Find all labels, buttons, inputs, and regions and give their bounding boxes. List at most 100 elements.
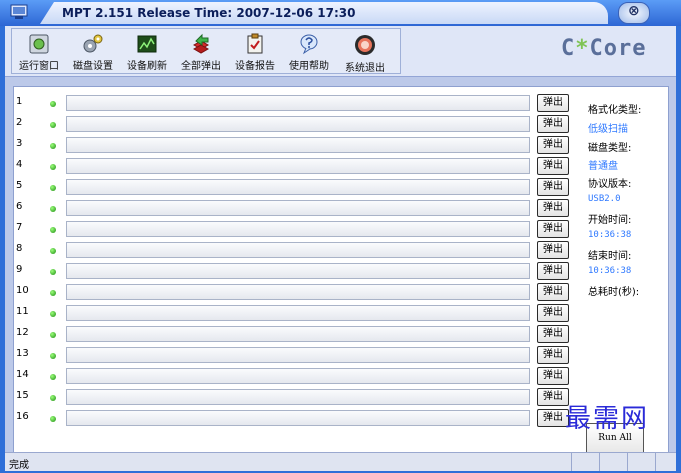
status-led-icon <box>50 395 56 401</box>
start-time-label: 开始时间: <box>588 215 632 226</box>
eject-button[interactable]: 弹出 <box>537 325 569 343</box>
eject-button[interactable]: 弹出 <box>537 94 569 112</box>
port-number: 16 <box>16 411 29 422</box>
app-icon[interactable] <box>10 4 28 20</box>
port-number: 14 <box>16 369 29 380</box>
port-number: 8 <box>16 243 23 254</box>
port-number: 2 <box>16 117 23 128</box>
progress-bar <box>66 368 530 384</box>
eject-all-button[interactable]: 全部弹出 <box>174 31 228 72</box>
status-led-icon <box>50 290 56 296</box>
toolbar: 运行窗口 磁盘设置 设备刷新 全部弹出 设备报告 使用帮助 系统退出 C*Cor… <box>5 26 676 77</box>
refresh-icon <box>137 35 157 53</box>
port-number: 10 <box>16 285 29 296</box>
port-number: 5 <box>16 180 23 191</box>
port-row: 3 弹出 <box>14 134 668 154</box>
port-number: 13 <box>16 348 29 359</box>
port-row: 1 弹出 <box>14 92 668 112</box>
status-led-icon <box>50 227 56 233</box>
protocol-value: USB2.0 <box>588 194 621 204</box>
disk-settings-button[interactable]: 磁盘设置 <box>66 31 120 72</box>
progress-bar <box>66 242 530 258</box>
status-led-icon <box>50 206 56 212</box>
eject-button[interactable]: 弹出 <box>537 346 569 364</box>
eject-button[interactable]: 弹出 <box>537 220 569 238</box>
progress-bar <box>66 326 530 342</box>
port-row: 10 弹出 <box>14 281 668 301</box>
status-led-icon <box>50 185 56 191</box>
port-row: 2 弹出 <box>14 113 668 133</box>
gears-icon <box>83 34 103 53</box>
run-window-button[interactable]: 运行窗口 <box>12 31 66 72</box>
disk-type-value: 普通盘 <box>588 161 618 172</box>
progress-bar <box>66 410 530 426</box>
refresh-button[interactable]: 设备刷新 <box>120 31 174 72</box>
eject-button[interactable]: 弹出 <box>537 157 569 175</box>
progress-bar <box>66 158 530 174</box>
eject-button[interactable]: 弹出 <box>537 136 569 154</box>
port-number: 1 <box>16 96 23 107</box>
eject-button[interactable]: 弹出 <box>537 178 569 196</box>
progress-bar <box>66 179 530 195</box>
eject-button[interactable]: 弹出 <box>537 304 569 322</box>
status-led-icon <box>50 269 56 275</box>
help-button[interactable]: 使用帮助 <box>282 31 336 72</box>
port-row: 5 弹出 <box>14 176 668 196</box>
port-row: 8 弹出 <box>14 239 668 259</box>
watermark: 最需网 <box>565 404 650 434</box>
eject-button[interactable]: 弹出 <box>537 115 569 133</box>
help-label: 使用帮助 <box>289 61 329 72</box>
brand-logo: C*Core <box>561 36 646 61</box>
port-number: 6 <box>16 201 23 212</box>
brand-suffix: Core <box>589 36 647 61</box>
protocol-label: 协议版本: <box>588 179 632 190</box>
port-number: 11 <box>16 306 29 317</box>
status-cell <box>655 453 676 471</box>
status-led-icon <box>50 164 56 170</box>
eject-button[interactable]: 弹出 <box>537 199 569 217</box>
run-window-label: 运行窗口 <box>19 61 59 72</box>
progress-bar <box>66 137 530 153</box>
status-led-icon <box>50 143 56 149</box>
refresh-label: 设备刷新 <box>127 61 167 72</box>
disk-settings-label: 磁盘设置 <box>73 61 113 72</box>
eject-button[interactable]: 弹出 <box>537 241 569 259</box>
status-led-icon <box>50 122 56 128</box>
toolbar-group: 运行窗口 磁盘设置 设备刷新 全部弹出 设备报告 使用帮助 系统退出 <box>11 28 401 74</box>
progress-bar <box>66 347 530 363</box>
eject-all-label: 全部弹出 <box>181 61 221 72</box>
eject-all-icon <box>192 33 210 54</box>
port-row: 12 弹出 <box>14 323 668 343</box>
port-number: 4 <box>16 159 23 170</box>
end-time-value: 10:36:38 <box>588 266 632 276</box>
status-text: 完成 <box>9 460 29 471</box>
elapsed-label: 总耗时(秒): <box>588 287 640 298</box>
report-icon <box>247 33 263 54</box>
window-title: MPT 2.151 Release Time: 2007-12-06 17:30 <box>62 6 356 20</box>
progress-bar <box>66 221 530 237</box>
title-bar[interactable]: MPT 2.151 Release Time: 2007-12-06 17:30… <box>0 0 681 26</box>
exit-button[interactable]: 系统退出 <box>338 31 392 74</box>
port-row: 4 弹出 <box>14 155 668 175</box>
port-row: 6 弹出 <box>14 197 668 217</box>
eject-button[interactable]: 弹出 <box>537 262 569 280</box>
exit-label: 系统退出 <box>345 63 385 74</box>
port-row: 7 弹出 <box>14 218 668 238</box>
close-button[interactable]: ⊗ <box>618 2 650 24</box>
format-type-value: 低级扫描 <box>588 124 628 135</box>
help-icon <box>300 34 318 55</box>
port-row: 13 弹出 <box>14 344 668 364</box>
disk-type-label: 磁盘类型: <box>588 143 632 154</box>
port-number: 15 <box>16 390 29 401</box>
port-number: 9 <box>16 264 23 275</box>
eject-button[interactable]: 弹出 <box>537 283 569 301</box>
status-led-icon <box>50 311 56 317</box>
report-label: 设备报告 <box>235 61 275 72</box>
status-cell <box>627 453 656 471</box>
report-button[interactable]: 设备报告 <box>228 31 282 72</box>
status-bar: 完成 <box>5 452 676 471</box>
status-led-icon <box>50 374 56 380</box>
eject-button[interactable]: 弹出 <box>537 367 569 385</box>
end-time-label: 结束时间: <box>588 251 632 262</box>
port-row: 14 弹出 <box>14 365 668 385</box>
